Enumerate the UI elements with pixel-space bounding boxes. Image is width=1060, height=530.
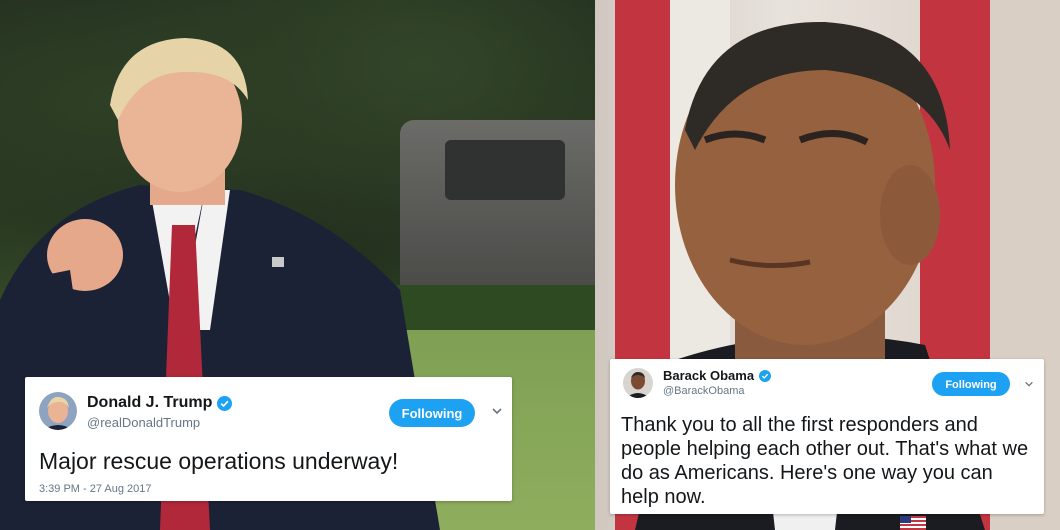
flag-pin-icon — [900, 516, 926, 530]
following-button[interactable]: Following — [389, 399, 475, 427]
tweet-text: Thank you to all the first responders an… — [621, 414, 1029, 508]
account-handle[interactable]: @BarackObama — [663, 385, 744, 397]
account-name[interactable]: Donald J. Trump — [87, 394, 212, 412]
tweet-text: Major rescue operations underway! — [39, 448, 399, 474]
tweet-card-obama: Barack Obama @BarackObama Following Than… — [610, 359, 1044, 514]
chevron-down-icon[interactable] — [1024, 379, 1034, 389]
verified-icon — [217, 395, 233, 411]
avatar[interactable] — [39, 392, 77, 430]
avatar[interactable] — [623, 368, 653, 398]
tweet-card-trump: Donald J. Trump @realDonaldTrump Followi… — [25, 377, 512, 501]
name-line: Barack Obama — [663, 368, 772, 383]
following-button[interactable]: Following — [932, 372, 1010, 396]
verified-icon — [759, 369, 772, 382]
account-handle[interactable]: @realDonaldTrump — [87, 415, 200, 430]
chevron-down-icon[interactable] — [491, 405, 503, 417]
name-line: Donald J. Trump — [87, 394, 233, 412]
tweet-timestamp[interactable]: 3:39 PM - 27 Aug 2017 — [39, 483, 152, 495]
account-name[interactable]: Barack Obama — [663, 368, 754, 383]
